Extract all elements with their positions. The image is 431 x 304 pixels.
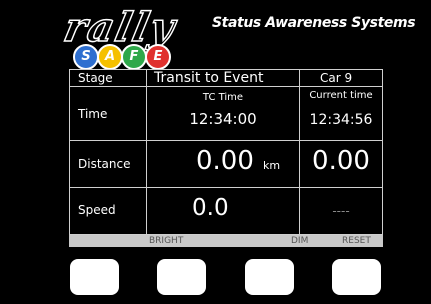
distance-secondary-value: 0.00 bbox=[312, 146, 370, 176]
bright-label: BRIGHT bbox=[149, 236, 184, 246]
distance-value: 0.00 bbox=[196, 146, 254, 176]
row-divider bbox=[70, 140, 382, 141]
stage-label: Stage bbox=[78, 71, 113, 85]
distance-label: Distance bbox=[78, 157, 131, 171]
softkey-1-button[interactable] bbox=[70, 259, 119, 295]
dim-label: DIM bbox=[291, 236, 309, 246]
speed-label: Speed bbox=[78, 203, 116, 217]
tagline: Status Awareness Systems bbox=[212, 15, 416, 31]
current-time-value: 12:34:56 bbox=[309, 112, 373, 128]
tc-time-label: TC Time bbox=[202, 92, 244, 103]
distance-unit: km bbox=[263, 159, 281, 172]
logo-letter-a: A bbox=[97, 44, 123, 70]
current-time-label: Current time bbox=[309, 90, 373, 101]
softkey-label-strip: BRIGHT DIM RESET bbox=[69, 235, 383, 247]
reset-button[interactable] bbox=[332, 259, 381, 295]
bright-button[interactable] bbox=[157, 259, 206, 295]
time-label: Time bbox=[78, 107, 108, 121]
logo-letter-s: S bbox=[73, 44, 99, 70]
dim-button[interactable] bbox=[245, 259, 294, 295]
logo-letter-e: E bbox=[145, 44, 171, 70]
rally-safe-logo: rally S A F E bbox=[57, 3, 207, 70]
tc-time-value: 12:34:00 bbox=[189, 110, 257, 128]
car-number: Car 9 bbox=[320, 71, 353, 85]
reset-label: RESET bbox=[342, 236, 371, 246]
status-panel: Stage Transit to Event Car 9 Time TC Tim… bbox=[69, 69, 383, 235]
stage-value: Transit to Event bbox=[154, 70, 264, 86]
logo-letter-f: F bbox=[121, 44, 147, 70]
row-divider bbox=[70, 187, 382, 188]
speed-secondary-value: ---- bbox=[332, 204, 350, 218]
row-divider bbox=[70, 86, 382, 87]
speed-value: 0.0 bbox=[192, 195, 229, 221]
